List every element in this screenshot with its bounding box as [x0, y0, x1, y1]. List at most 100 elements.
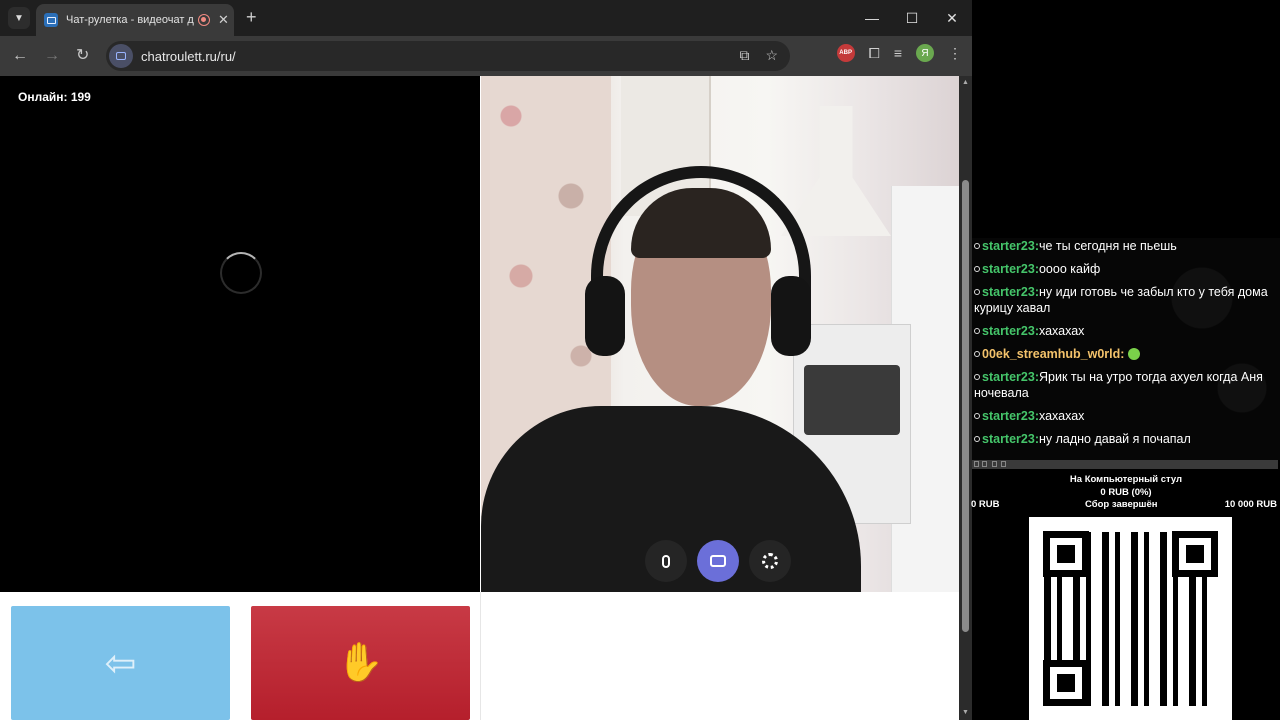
profile-avatar[interactable]: Я — [916, 44, 934, 62]
goal-status: Сбор завершён — [1085, 499, 1158, 510]
microphone-button[interactable] — [645, 540, 687, 582]
active-tab[interactable]: Чат-рулетка - видеочат для ✕ — [36, 4, 234, 36]
back-button[interactable]: ← — [12, 46, 28, 66]
donation-goal: На Компьютерный стул 0 RUB (0%) 0 RUB Сб… — [971, 472, 1280, 513]
qr-finder-pattern — [1043, 531, 1089, 577]
video-headphone-right — [771, 276, 811, 356]
chat-tool-icon[interactable] — [992, 461, 997, 467]
donation-qr-code — [1029, 517, 1232, 720]
stranger-video-panel: Онлайн: 199 — [0, 76, 480, 592]
scroll-down-icon[interactable]: ▼ — [962, 709, 969, 716]
chat-tool-icon[interactable] — [1001, 461, 1006, 467]
chat-message: starter23:ну ладно давай я почапал — [974, 431, 1274, 447]
chat-tool-icon[interactable] — [974, 461, 979, 467]
bottom-controls-panel: ⇦ ✋ — [0, 592, 959, 720]
chat-badge-icon — [974, 266, 980, 272]
browser-window: ▼ Чат-рулетка - видеочат для ✕ + — ☐ ✕ ←… — [0, 0, 972, 720]
stream-chat: starter23:че ты сегодня не пьешь starter… — [972, 238, 1280, 460]
site-favicon-icon — [44, 13, 58, 27]
url-text[interactable]: chatroulett.ru/ru/ — [141, 49, 236, 64]
online-counter: Онлайн: 199 — [18, 90, 91, 104]
chat-text: че ты сегодня не пьешь — [1038, 239, 1177, 253]
chat-badge-icon — [974, 374, 980, 380]
chat-message: 00ek_streamhub_w0rld: — [974, 346, 1274, 362]
stream-overlay: starter23:че ты сегодня не пьешь starter… — [971, 0, 1280, 720]
chat-username: starter23: — [982, 432, 1039, 446]
page-viewport: Онлайн: 199 ⇦ ✋ — [0, 76, 959, 720]
qr-finder-pattern — [1172, 531, 1218, 577]
chat-username: starter23: — [982, 262, 1039, 276]
recording-indicator-icon — [198, 14, 210, 26]
window-controls: — ☐ ✕ — [852, 0, 972, 36]
chat-message: starter23:Ярик ты на утро тогда ахуел ко… — [974, 369, 1274, 401]
chat-badge-icon — [974, 351, 980, 357]
chat-text: хахахах — [1038, 409, 1085, 423]
kebab-menu-icon[interactable]: ⋮ — [948, 45, 962, 62]
video-controls — [645, 540, 791, 582]
chat-username: starter23: — [982, 285, 1039, 299]
self-camera-video — [481, 76, 959, 592]
site-info-icon[interactable] — [109, 44, 133, 68]
chat-toolbar — [972, 460, 1278, 469]
goal-amount: 0 RUB (0%) — [1100, 487, 1152, 498]
maximize-button[interactable]: ☐ — [892, 0, 932, 36]
settings-button[interactable] — [749, 540, 791, 582]
chat-emote-icon — [1128, 348, 1141, 360]
extensions-puzzle-icon[interactable]: ⧠ — [869, 45, 880, 62]
minimize-button[interactable]: — — [852, 0, 892, 36]
adblock-extension-icon[interactable]: ABP — [836, 44, 855, 62]
video-headphone-left — [585, 276, 625, 356]
chat-message: starter23:ну иди готовь че забыл кто у т… — [974, 284, 1274, 316]
chat-username: starter23: — [982, 324, 1039, 338]
forward-button[interactable]: → — [44, 46, 60, 66]
chat-message: starter23:хахахах — [974, 408, 1274, 424]
chat-badge-icon — [974, 243, 980, 249]
new-tab-button[interactable]: + — [246, 8, 257, 26]
page-scrollbar[interactable]: ▲ ▼ — [959, 76, 972, 720]
install-app-icon[interactable]: ⧉ — [739, 47, 749, 64]
loading-spinner-icon — [220, 252, 262, 294]
goal-max: 10 000 RUB — [1224, 499, 1277, 510]
chat-badge-icon — [974, 289, 980, 295]
chat-text: ну ладно давай я почапал — [1038, 432, 1191, 446]
tab-strip: ▼ Чат-рулетка - видеочат для ✕ + — ☐ ✕ — [0, 0, 972, 36]
browser-toolbar: ← → ↻ chatroulett.ru/ru/ ⧉ ☆ ABP ⧠ ≡ Я ⋮ — [0, 36, 972, 76]
close-tab-icon[interactable]: ✕ — [218, 12, 229, 28]
previous-button[interactable]: ⇦ — [11, 606, 230, 720]
chat-username: 00ek_streamhub_w0rld: — [982, 347, 1125, 361]
video-oven-door — [804, 365, 900, 435]
camera-switch-icon — [710, 555, 726, 567]
scroll-thumb[interactable] — [962, 180, 969, 632]
media-controls-icon[interactable]: ≡ — [894, 45, 902, 61]
chat-text: хахахах — [1038, 324, 1085, 338]
chat-badge-icon — [974, 436, 980, 442]
address-bar[interactable]: chatroulett.ru/ru/ ⧉ ☆ — [106, 41, 790, 71]
scroll-up-icon[interactable]: ▲ — [962, 79, 969, 86]
tab-search-button[interactable]: ▼ — [8, 7, 30, 29]
stop-button[interactable]: ✋ — [251, 606, 470, 720]
switch-camera-button[interactable] — [697, 540, 739, 582]
arrow-left-icon: ⇦ — [104, 642, 137, 685]
chevron-down-icon: ▼ — [14, 12, 24, 24]
goal-title: На Компьютерный стул — [1069, 474, 1183, 485]
chat-tool-icon[interactable] — [982, 461, 987, 467]
video-range-hood — [781, 106, 891, 236]
chat-username: starter23: — [982, 409, 1039, 423]
chat-badge-icon — [974, 328, 980, 334]
hand-stop-icon: ✋ — [336, 642, 385, 684]
close-window-button[interactable]: ✕ — [932, 0, 972, 36]
chat-username: starter23: — [982, 370, 1039, 384]
chat-message: starter23:оооо кайф — [974, 261, 1274, 277]
chat-text: оооо кайф — [1038, 262, 1101, 276]
chat-badge-icon — [974, 413, 980, 419]
gear-icon — [762, 553, 778, 569]
microphone-icon — [662, 554, 670, 568]
chat-message: starter23:че ты сегодня не пьешь — [974, 238, 1274, 254]
chat-username: starter23: — [982, 239, 1039, 253]
chat-message: starter23:хахахах — [974, 323, 1274, 339]
panel-divider — [480, 592, 481, 720]
reload-button[interactable]: ↻ — [76, 46, 89, 66]
qr-finder-pattern — [1043, 660, 1089, 706]
goal-min: 0 RUB — [971, 499, 1000, 510]
bookmark-star-icon[interactable]: ☆ — [765, 47, 778, 64]
